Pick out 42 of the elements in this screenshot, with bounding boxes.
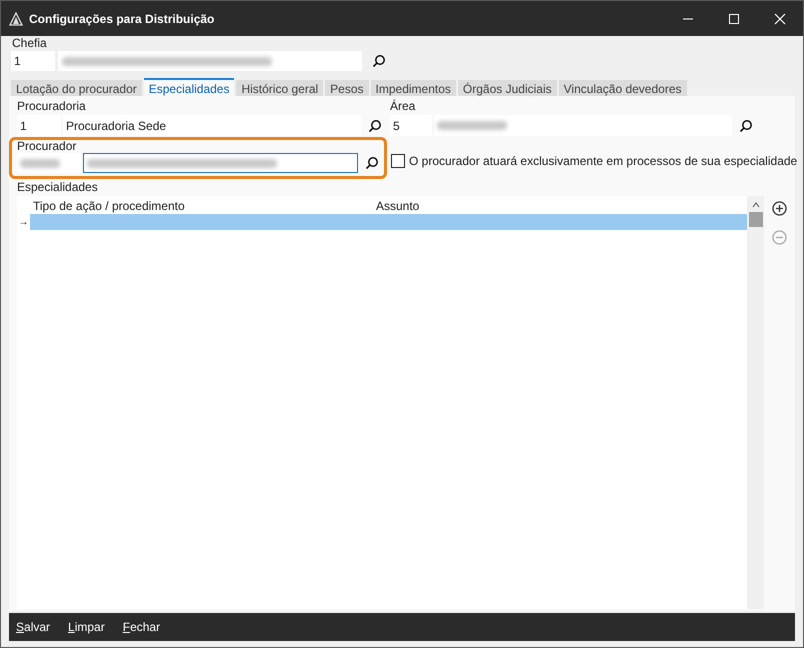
footer-button[interactable]: Limpar bbox=[68, 618, 105, 636]
search-icon[interactable] bbox=[739, 118, 753, 132]
field-label: Procurador bbox=[17, 140, 78, 152]
input-field[interactable]: 1 bbox=[17, 115, 61, 136]
field-label: Área bbox=[390, 100, 416, 113]
column-header: Tipo de ação / procedimento bbox=[33, 198, 186, 215]
maximize-icon[interactable] bbox=[728, 12, 740, 24]
tab[interactable]: Histórico geral bbox=[236, 80, 324, 96]
column-header: Assunto bbox=[376, 198, 420, 215]
tab[interactable]: Lotação do procurador bbox=[11, 80, 142, 96]
tab[interactable]: Impedimentos bbox=[370, 80, 456, 96]
add-icon[interactable] bbox=[772, 201, 787, 216]
scroll-up-icon[interactable] bbox=[752, 201, 760, 209]
footer-button[interactable]: Fechar bbox=[122, 618, 160, 636]
tab[interactable]: Vinculação devedores bbox=[558, 80, 686, 96]
redacted-text bbox=[437, 121, 507, 130]
scroll-thumb[interactable] bbox=[748, 212, 762, 227]
checkbox-label: O procurador atuará exclusivamente em processos de sua especialidade bbox=[409, 153, 798, 170]
footer-button[interactable]: Salvar bbox=[16, 618, 50, 636]
tab[interactable]: Especialidades bbox=[144, 78, 234, 96]
search-icon[interactable] bbox=[368, 118, 382, 132]
field-label: Procuradoria bbox=[17, 100, 87, 113]
tab[interactable]: Pesos bbox=[325, 80, 369, 96]
field-label: Chefia bbox=[12, 37, 48, 50]
tab[interactable]: Órgãos Judiciais bbox=[458, 80, 557, 96]
window-title: Configurações para Distribuição bbox=[29, 10, 214, 28]
input-field[interactable] bbox=[17, 153, 81, 173]
scrollbar[interactable] bbox=[747, 196, 764, 609]
close-icon[interactable] bbox=[774, 12, 786, 24]
input-field[interactable]: 5 bbox=[390, 115, 432, 136]
row-marker: → bbox=[18, 216, 30, 230]
redacted-text bbox=[20, 158, 60, 168]
search-icon[interactable] bbox=[365, 156, 379, 170]
input-field[interactable] bbox=[58, 51, 362, 71]
search-icon[interactable] bbox=[372, 54, 386, 68]
input-field[interactable]: 1 bbox=[11, 51, 55, 71]
input-field[interactable] bbox=[434, 115, 732, 136]
grid-title: Especialidades bbox=[17, 181, 99, 194]
input-field[interactable] bbox=[82, 153, 358, 173]
input-field[interactable]: Procuradoria Sede bbox=[63, 115, 361, 136]
checkbox[interactable] bbox=[391, 154, 405, 168]
app-logo-icon bbox=[9, 12, 23, 26]
